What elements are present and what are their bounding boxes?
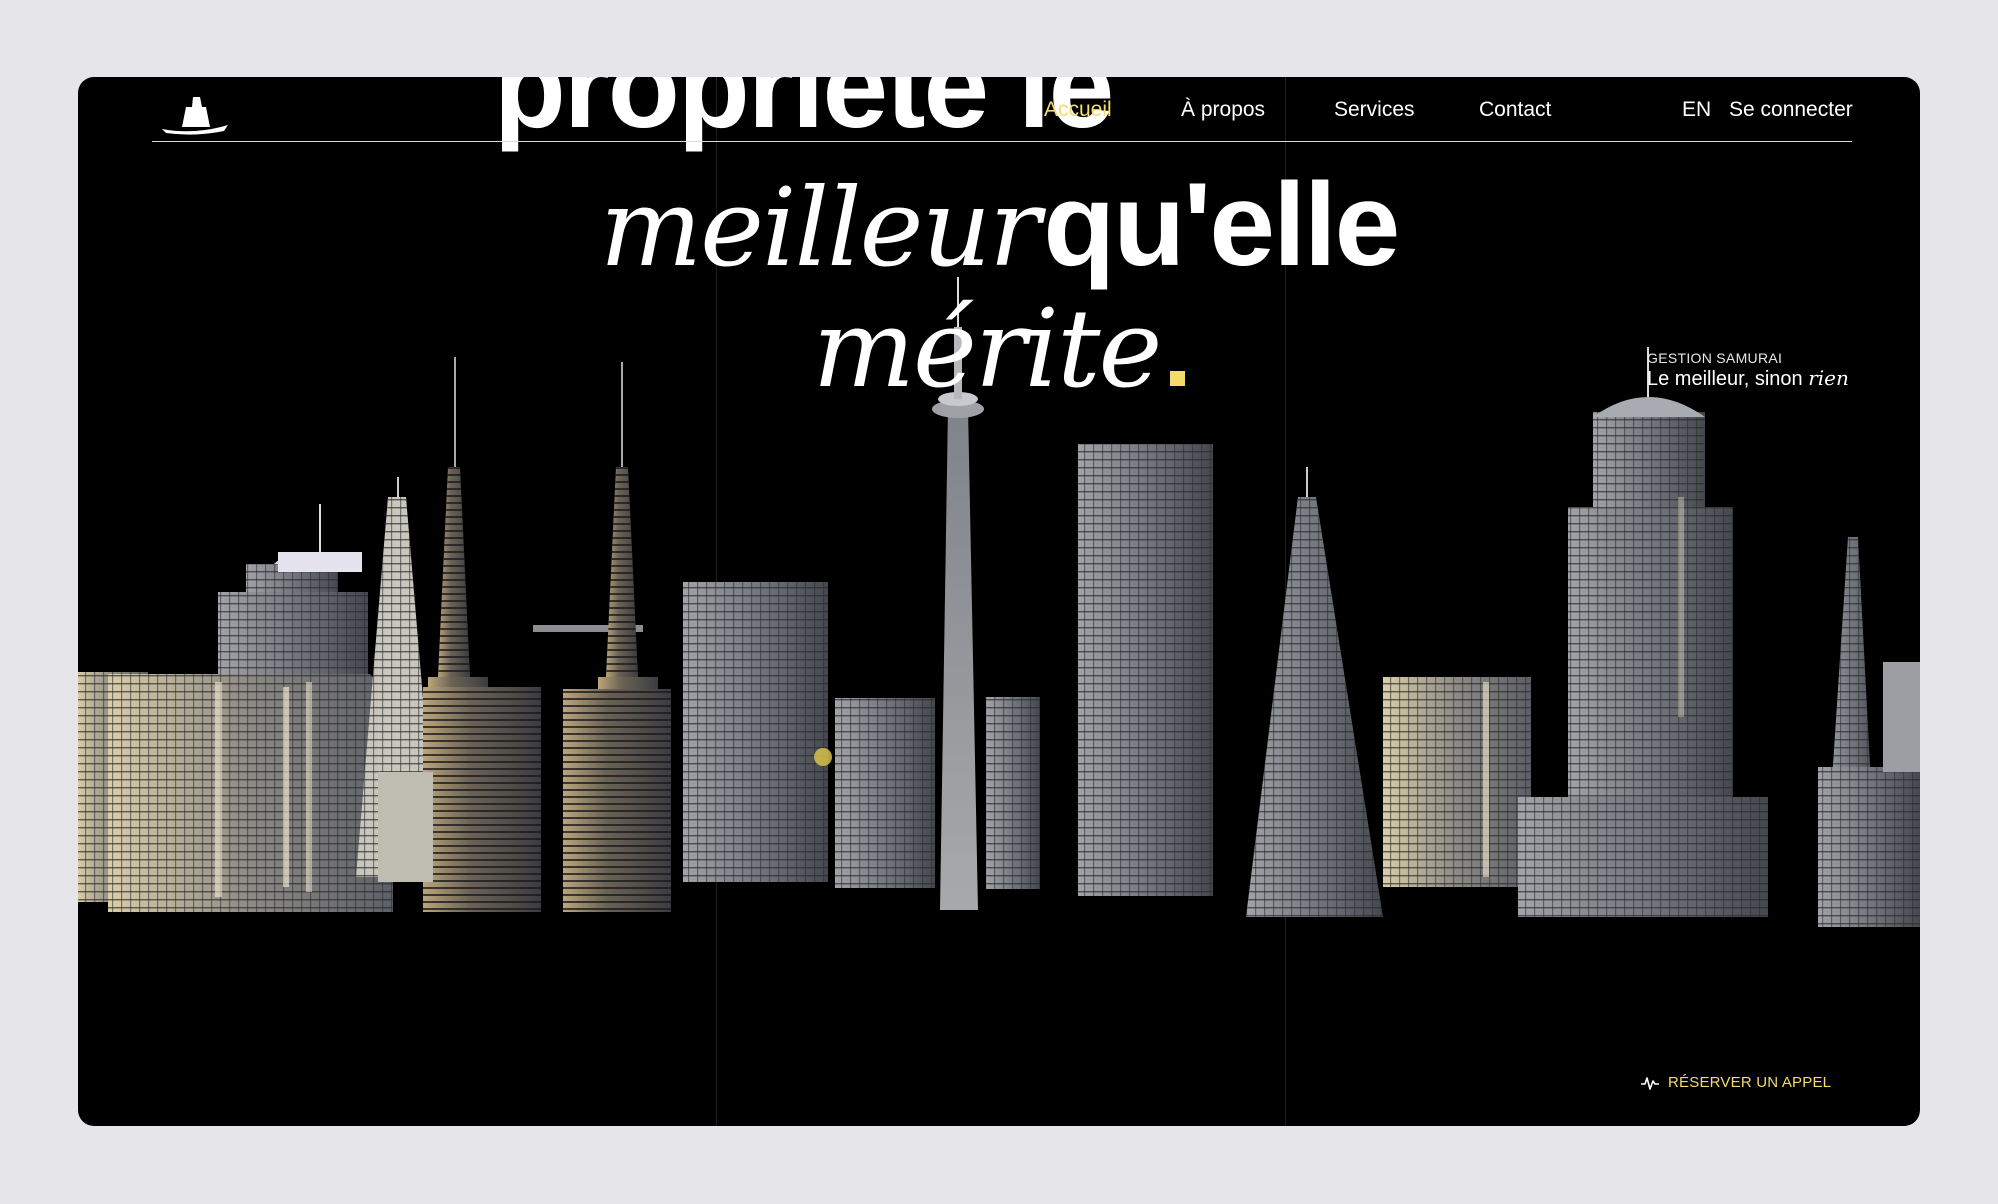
hero-headline-italic: meilleur [599,166,1041,291]
header-divider [152,141,1852,142]
language-switch[interactable]: EN [1682,98,1711,122]
tagline-brand: GESTION SAMURAI [1647,350,1783,366]
tagline-main: Le meilleur, sinon [1647,368,1803,390]
brand-logo[interactable] [160,91,230,135]
nav-contact[interactable]: Contact [1479,98,1551,122]
book-call-button[interactable]: RÉSERVER UN APPEL [1640,1074,1831,1091]
hero-headline-line2: meilleur qu'elle [78,157,1920,293]
hero-headline-line3: mérite [78,287,1920,412]
nav-a-propos[interactable]: À propos [1181,98,1265,122]
hero-headline-bold: qu'elle [1043,159,1400,291]
tagline-text: Le meilleur, sinon rien [1647,366,1849,391]
accent-dot [1170,371,1186,386]
pulse-icon [1641,1076,1659,1090]
hero-headline-line1: propriété le [493,77,1115,153]
nav-services[interactable]: Services [1334,98,1415,122]
book-call-label: RÉSERVER UN APPEL [1668,1074,1832,1091]
tagline-emphasis: rien [1808,366,1849,390]
hero-section: propriété le meilleur qu'elle mérite Acc… [78,77,1920,1126]
nav-accueil[interactable]: Accueil [1044,98,1112,122]
login-link[interactable]: Se connecter [1729,98,1853,122]
hero-headline-italic-end: mérite [812,287,1163,412]
